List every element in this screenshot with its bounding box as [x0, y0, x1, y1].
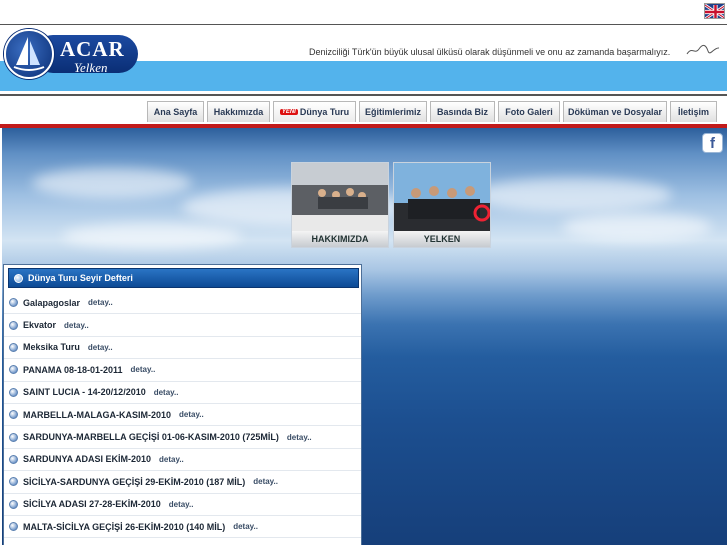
entry-title[interactable]: SAINT LUCIA - 14-20/12/2010 [23, 387, 146, 397]
nav-label: Dünya Turu [299, 107, 350, 117]
list-item[interactable]: SARDUNYA-MARBELLA GEÇİŞİ 01-06-KASIM-201… [4, 426, 361, 449]
crew-photo-image [292, 163, 388, 231]
entry-title[interactable]: Galapagoslar [23, 298, 80, 308]
globe-icon [9, 454, 18, 464]
brand-subtitle: Yelken [74, 60, 108, 75]
logbook-panel: Dünya Turu Seyir Defteri Galapagoslar det… [3, 264, 362, 545]
nav-label: Eğitimlerimiz [364, 107, 421, 117]
sailboat-icon [4, 29, 54, 79]
site-logo[interactable]: ACAR Yelken [4, 29, 138, 79]
entry-title[interactable]: MALTA-SİCİLYA GEÇİŞİ 26-EKİM-2010 (140 M… [23, 522, 225, 532]
nav-label: Ana Sayfa [153, 107, 198, 117]
list-item[interactable]: MALTA-SİCİLYA GEÇİŞİ 26-EKİM-2010 (140 M… [4, 516, 361, 539]
detail-link[interactable]: detay.. [233, 522, 258, 531]
globe-icon [9, 477, 18, 487]
detail-link[interactable]: detay.. [169, 500, 194, 509]
entry-title[interactable]: Ekvator [23, 320, 56, 330]
globe-icon [9, 365, 18, 375]
globe-icon [14, 273, 23, 283]
entry-title[interactable]: SİCİLYA ADASI 27-28-EKİM-2010 [23, 499, 161, 509]
thumb-caption: HAKKIMIZDA [292, 231, 388, 247]
facebook-icon[interactable]: f [702, 133, 723, 153]
main-nav: Ana Sayfa Hakkımızda YENİ Dünya Turu Eğit… [0, 96, 727, 126]
list-item[interactable]: Meksika Turu detay.. [4, 337, 361, 360]
nav-label: İletişim [677, 107, 709, 117]
list-item[interactable]: SİCİLYA ADASI 27-28-EKİM-2010 detay.. [4, 494, 361, 516]
detail-link[interactable]: detay.. [154, 388, 179, 397]
logbook-header: Dünya Turu Seyir Defteri [8, 268, 359, 288]
nav-label: Hakkımızda [213, 107, 264, 117]
entry-title[interactable]: SARDUNYA-MARBELLA GEÇİŞİ 01-06-KASIM-201… [23, 432, 279, 442]
entry-title[interactable]: PANAMA 08-18-01-2011 [23, 365, 123, 375]
entry-title[interactable]: SARDUNYA ADASI EKİM-2010 [23, 454, 151, 464]
nav-label: Foto Galeri [505, 107, 553, 117]
nav-dunya-turu[interactable]: YENİ Dünya Turu [273, 101, 356, 122]
thumb-caption: YELKEN [394, 231, 490, 247]
new-badge: YENİ [279, 109, 298, 115]
detail-link[interactable]: detay.. [64, 321, 89, 330]
brand-name: ACAR [60, 37, 125, 61]
globe-icon [9, 387, 18, 397]
nav-foto-galeri[interactable]: Foto Galeri [498, 101, 560, 122]
signature-icon [686, 44, 720, 55]
thumb-yelken[interactable]: YELKEN [393, 162, 491, 248]
nav-egitimlerimiz[interactable]: Eğitimlerimiz [359, 101, 427, 122]
english-flag-icon[interactable] [704, 3, 725, 19]
list-item[interactable]: PANAMA 08-18-01-2011 detay.. [4, 359, 361, 382]
nav-ana-sayfa[interactable]: Ana Sayfa [147, 101, 204, 122]
nav-hakkimizda[interactable]: Hakkımızda [207, 101, 270, 122]
logbook-title: Dünya Turu Seyir Defteri [28, 273, 133, 283]
list-item[interactable]: Galapagoslar detay.. [4, 292, 361, 315]
list-item[interactable]: SİCİLYA-SARDUNYA GEÇİŞİ 29-EKİM-2010 (18… [4, 471, 361, 494]
header-slogan: Denizciliği Türk'ün büyük ulusal ülküsü … [309, 47, 671, 57]
team-photo-image [394, 163, 490, 231]
detail-link[interactable]: detay.. [253, 477, 278, 486]
detail-link[interactable]: detay.. [287, 433, 312, 442]
entry-title[interactable]: Meksika Turu [23, 342, 80, 352]
detail-link[interactable]: detay.. [131, 365, 156, 374]
globe-icon [9, 432, 18, 442]
top-strip [0, 0, 727, 24]
list-item[interactable]: MARBELLA-MALAGA-KASIM-2010 detay.. [4, 404, 361, 427]
nav-basinda-biz[interactable]: Basında Biz [430, 101, 495, 122]
list-item[interactable]: Ekvator detay.. [4, 314, 361, 337]
detail-link[interactable]: detay.. [88, 343, 113, 352]
globe-icon [9, 499, 18, 509]
detail-link[interactable]: detay.. [88, 298, 113, 307]
globe-icon [9, 342, 18, 352]
nav-label: Döküman ve Dosyalar [567, 107, 663, 117]
site-header: ACAR Yelken Denizciliği Türk'ün büyük ul… [0, 24, 727, 96]
globe-icon [9, 522, 18, 532]
globe-icon [9, 410, 18, 420]
thumb-hakkimizda[interactable]: HAKKIMIZDA [291, 162, 389, 248]
entry-title[interactable]: SİCİLYA-SARDUNYA GEÇİŞİ 29-EKİM-2010 (18… [23, 477, 245, 487]
nav-dokuman-dosyalar[interactable]: Döküman ve Dosyalar [563, 101, 667, 122]
list-item[interactable]: SARDUNYA ADASI EKİM-2010 detay.. [4, 449, 361, 472]
globe-icon [9, 320, 18, 330]
entry-title[interactable]: MARBELLA-MALAGA-KASIM-2010 [23, 410, 171, 420]
detail-link[interactable]: detay.. [179, 410, 204, 419]
detail-link[interactable]: detay.. [159, 455, 184, 464]
cloud [472, 178, 672, 212]
nav-iletisim[interactable]: İletişim [670, 101, 717, 122]
cloud [562, 213, 712, 241]
logbook-list: Galapagoslar detay.. Ekvator detay.. Meksi… [4, 292, 361, 539]
globe-icon [9, 298, 18, 308]
cloud [32, 168, 192, 198]
nav-label: Basında Biz [436, 107, 488, 117]
cloud [62, 223, 242, 249]
list-item[interactable]: SAINT LUCIA - 14-20/12/2010 detay.. [4, 382, 361, 404]
